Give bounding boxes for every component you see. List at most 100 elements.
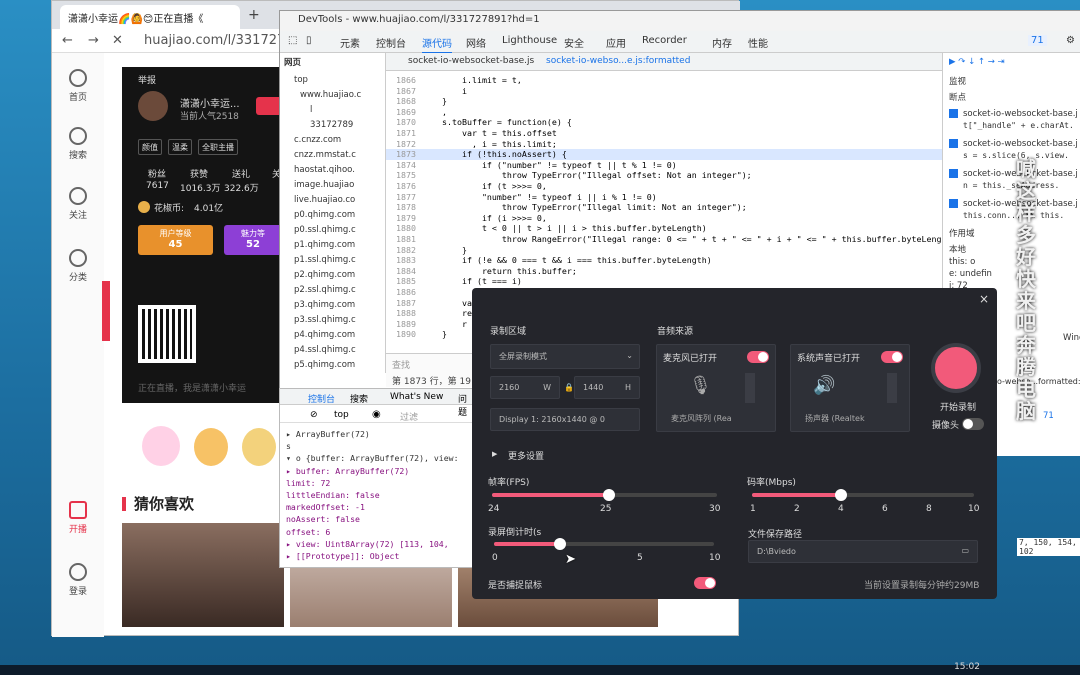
code-line[interactable]: 1868 } [386, 96, 942, 107]
fps-slider[interactable] [492, 489, 717, 501]
expand-icon[interactable]: ▶ [492, 450, 497, 458]
line-number[interactable]: 1890 [386, 329, 416, 340]
line-number[interactable]: 1871 [386, 128, 416, 139]
slider-knob[interactable] [603, 489, 615, 501]
line-number[interactable]: 1887 [386, 298, 416, 309]
code-line[interactable]: 1875 throw TypeError("Illegal offset: No… [386, 170, 942, 181]
line-number[interactable]: 1883 [386, 255, 416, 266]
tree-item[interactable]: p2.ssl.qhimg.c [294, 285, 356, 295]
breakpoint-file[interactable]: socket-io-websocket-base.j [963, 139, 1078, 149]
watch-header[interactable]: 监视 [949, 75, 966, 87]
more-settings[interactable]: 更多设置 [508, 449, 544, 462]
eye-icon[interactable]: ◉ [372, 409, 381, 420]
breakpoint-file[interactable]: socket-io-websocket-base.j [963, 109, 1078, 119]
line-number[interactable]: 1874 [386, 160, 416, 171]
code-line[interactable]: 1879 if (i >>>= 0, [386, 213, 942, 224]
tree-item[interactable]: p3.qhimg.com [294, 300, 355, 310]
countdown-slider[interactable] [494, 538, 714, 550]
side-collapse-handle[interactable] [102, 281, 110, 341]
nav-search[interactable]: 搜索 [52, 127, 104, 161]
search-input[interactable]: 查找 [392, 358, 410, 371]
folder-icon[interactable]: ▭ [961, 546, 969, 555]
height-input[interactable]: 1440 H [574, 376, 640, 399]
context-select[interactable]: top [334, 410, 349, 420]
breakpoint-checkbox[interactable] [949, 139, 958, 148]
whats-new-tab[interactable]: What's New [390, 392, 443, 402]
tree-item[interactable]: haostat.qihoo. [294, 165, 355, 175]
tab-application[interactable]: 应用 [606, 35, 626, 50]
tree-item[interactable]: p4.ssl.qhimg.c [294, 345, 356, 355]
local-header[interactable]: 本地 [949, 243, 966, 255]
user-level-card[interactable]: 用户等级 45 [138, 225, 213, 255]
sticker-icon[interactable] [142, 426, 180, 466]
resume-icon[interactable]: ▶ ↷ ↓ ↑ → ⇥ [949, 57, 1005, 67]
code-line[interactable]: 1885 if (t === i) [386, 276, 942, 287]
nav-live[interactable]: 开播 [52, 501, 104, 535]
record-button[interactable] [931, 343, 981, 393]
tree-item[interactable]: image.huajiao [294, 180, 354, 190]
code-line[interactable]: 1877 "number" != typeof i || i % 1 != 0) [386, 192, 942, 203]
console-tab[interactable]: 控制台 [308, 392, 335, 405]
scope-header[interactable]: 作用域 [949, 227, 975, 239]
line-number[interactable]: 1885 [386, 276, 416, 287]
bitrate-slider[interactable] [752, 489, 974, 501]
code-line[interactable]: 1872 , i = this.limit; [386, 139, 942, 150]
tree-item[interactable]: top [294, 75, 308, 85]
code-line[interactable]: 1869 , [386, 107, 942, 118]
tab-sources[interactable]: 源代码 [422, 35, 452, 54]
tree-item[interactable]: p1.qhimg.com [294, 240, 355, 250]
line-number[interactable]: 1873 [386, 149, 416, 160]
tree-item[interactable]: c.cnzz.com [294, 135, 341, 145]
issue-count[interactable]: 71 [1043, 411, 1054, 421]
close-button[interactable]: × [979, 292, 989, 306]
line-number[interactable]: 1866 [386, 75, 416, 86]
console-line[interactable]: ▸ buffer: ArrayBuffer(72) [286, 466, 409, 476]
tree-item[interactable]: p3.ssl.qhimg.c [294, 315, 356, 325]
code-line[interactable]: 1866 i.limit = t, [386, 75, 942, 86]
browser-tab[interactable]: 潇潇小幸运🌈🙆😊正在直播《 [60, 5, 240, 29]
mic-device[interactable]: 麦克风阵列 (Rea [671, 413, 732, 424]
area-mode-select[interactable]: 全屏录制模式 ⌄ [490, 344, 640, 369]
issues-badge[interactable]: 71 [1028, 35, 1047, 46]
line-number[interactable]: 1877 [386, 192, 416, 203]
code-line[interactable]: 1874 if ("number" != typeof t || t % 1 !… [386, 160, 942, 171]
forward-icon[interactable]: → [88, 33, 99, 48]
console-line[interactable]: ▸ view: Uint8Array(72) [113, 104, [286, 539, 449, 549]
line-number[interactable]: 1889 [386, 319, 416, 330]
line-number[interactable]: 1867 [386, 86, 416, 97]
url-field[interactable]: huajiao.com/l/331727 [144, 33, 285, 48]
line-number[interactable]: 1876 [386, 181, 416, 192]
search-tab[interactable]: 搜索 [350, 392, 368, 405]
console-line[interactable]: ▾ o {buffer: ArrayBuffer(72), view: [286, 453, 459, 463]
report-link[interactable]: 举报 [138, 73, 156, 86]
line-number[interactable]: 1888 [386, 308, 416, 319]
system-audio-toggle[interactable] [881, 351, 903, 363]
console-line[interactable]: s [286, 441, 291, 451]
nav-login[interactable]: 登录 [52, 563, 104, 597]
tab-lighthouse[interactable]: Lighthouse [502, 35, 557, 46]
line-number[interactable]: 1880 [386, 223, 416, 234]
line-number[interactable]: 1879 [386, 213, 416, 224]
console-line[interactable]: offset: 6 [286, 527, 330, 537]
back-icon[interactable]: ← [62, 33, 73, 48]
speaker-device[interactable]: 扬声器 (Realtek [805, 413, 865, 424]
line-number[interactable]: 1875 [386, 170, 416, 181]
code-line[interactable]: 1878 throw TypeError("Illegal limit: Not… [386, 202, 942, 213]
mic-toggle[interactable] [747, 351, 769, 363]
code-line[interactable]: 1870 s.toBuffer = function(e) { [386, 117, 942, 128]
slider-knob[interactable] [834, 489, 847, 501]
avatar[interactable] [138, 91, 168, 121]
charm-level-card[interactable]: 魅力等 52 [224, 225, 282, 255]
code-line[interactable]: 1873 if (!this.noAssert) { [386, 149, 942, 160]
inspect-icon[interactable]: ⬚ [288, 35, 297, 46]
code-line[interactable]: 1871 var t = this.offset [386, 128, 942, 139]
tree-item[interactable]: cnzz.mmstat.c [294, 150, 356, 160]
tree-item[interactable]: 33172789 [310, 120, 353, 130]
tree-item[interactable]: p2.qhimg.com [294, 270, 355, 280]
breakpoint-checkbox[interactable] [949, 109, 958, 118]
tree-item[interactable]: p0.ssl.qhimg.c [294, 225, 356, 235]
tab-security[interactable]: 安全 [564, 35, 584, 50]
nav-follow[interactable]: 关注 [52, 187, 104, 221]
path-input[interactable]: D:\Bviedo ▭ [748, 540, 978, 563]
line-number[interactable]: 1884 [386, 266, 416, 277]
